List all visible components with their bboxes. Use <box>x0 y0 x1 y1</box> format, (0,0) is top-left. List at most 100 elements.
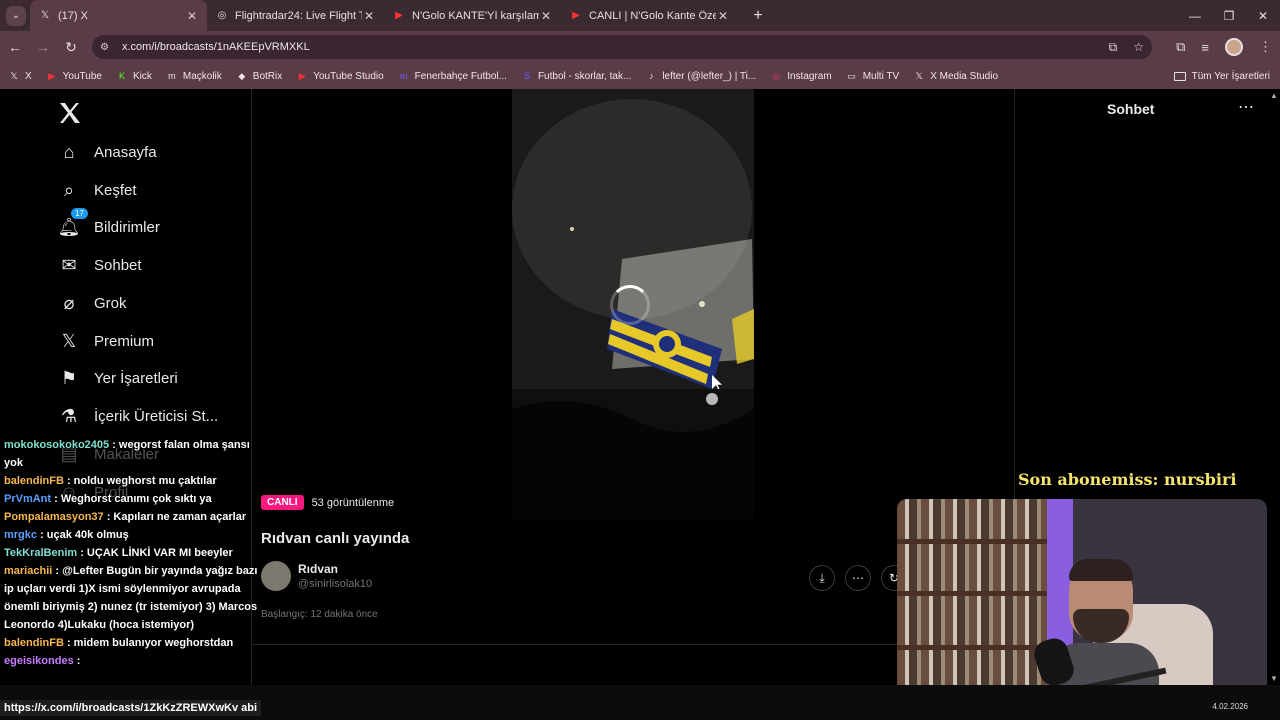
nav-item-search[interactable]: ⌕ Keşfet <box>58 179 137 201</box>
bookmark-item[interactable]: 𝕏X <box>8 70 31 82</box>
reload-button[interactable]: ↻ <box>58 34 84 60</box>
chat-text: : Kapıları ne zaman açarlar <box>103 511 247 523</box>
chat-text: : Weghorst canımı çok sıktı ya <box>51 493 212 505</box>
bookmark-item[interactable]: ▶ YouTube Studio <box>296 70 384 82</box>
view-count: 53 görüntülenme <box>311 496 395 509</box>
forward-button[interactable]: → <box>30 34 56 60</box>
close-icon[interactable]: ✕ <box>716 9 730 23</box>
flashscore-icon: S <box>523 71 530 81</box>
chat-message: mariachii : @Lefter Bugün bir yayında ya… <box>0 562 272 634</box>
chat-message: egeisikondes : <box>0 652 272 670</box>
nav-item-grok[interactable]: ⌀ Grok <box>58 292 127 314</box>
profile-avatar[interactable] <box>1225 38 1243 56</box>
x-logo-icon: 𝕏 <box>915 70 923 81</box>
folder-icon <box>1173 71 1186 81</box>
youtube-icon: ▶ <box>572 10 580 21</box>
youtube-icon: ▶ <box>48 70 56 81</box>
notification-badge: 17 <box>71 208 88 219</box>
bookmark-item[interactable]: ◎ Instagram <box>770 70 831 82</box>
mail-icon: ✉ <box>61 254 77 275</box>
bookmark-item[interactable]: ◆ BotRix <box>236 70 282 82</box>
youtube-studio-icon: ▶ <box>298 70 306 81</box>
tab-flightradar[interactable]: ◎ Flightradar24: Live Flight Tracker ✕ <box>207 0 384 31</box>
menu-icon[interactable]: ⋮ <box>1259 39 1272 55</box>
close-icon[interactable]: ✕ <box>539 9 553 23</box>
extensions-icon[interactable]: ⧉ <box>1176 39 1185 55</box>
bookmark-item[interactable]: ♪ lefter (@lefter_) | Ti... <box>645 70 756 82</box>
shelf-divider <box>897 539 1067 544</box>
bookmark-item[interactable]: S Futbol - skorlar, tak... <box>521 70 631 82</box>
chat-message: PrVmAnt : Weghorst canımı çok sıktı ya <box>0 490 272 508</box>
tiktok-icon: ♪ <box>649 71 654 81</box>
more-icon[interactable]: ⋯ <box>845 565 871 591</box>
more-icon[interactable]: ⋯ <box>1238 97 1254 117</box>
grok-icon: ⌀ <box>63 292 75 313</box>
scroll-down-icon[interactable]: ▼ <box>1270 674 1278 683</box>
close-window-icon[interactable]: ✕ <box>1246 0 1280 31</box>
tab-search-button[interactable]: ⌄ <box>6 5 26 26</box>
nav-item-bookmark[interactable]: ⚑ Yer İşaretleri <box>58 367 178 389</box>
chat-message: Pompalamasyon37 : Kapıları ne zaman açar… <box>0 508 272 526</box>
nav-item-flask[interactable]: ⚗ İçerik Üreticisi St... <box>58 405 218 427</box>
kick-icon: K <box>118 71 125 81</box>
bookmark-label: BotRix <box>252 70 283 82</box>
instagram-icon: ◎ <box>772 70 781 81</box>
bookmark-icon: ⚑ <box>60 367 78 388</box>
tab-title: (17) X <box>58 9 88 22</box>
host-info[interactable]: Rıdvan @sinirlisolak10 <box>261 561 372 591</box>
chat-text: : midem bulanıyor weghorstdan <box>63 637 234 649</box>
bookmark-label: Kick <box>132 70 152 82</box>
tab-youtube[interactable]: ▶ N'Golo KANTE'Yİ karşılama hava ✕ <box>384 0 561 31</box>
tab-canli[interactable]: ▶ CANLI | N'Golo Kante Özel ✕ <box>561 0 738 31</box>
nav-item-home[interactable]: ⌂ Anasayfa <box>58 141 157 163</box>
minimize-video-icon[interactable]: ⤓ <box>809 565 835 591</box>
close-icon[interactable]: ✕ <box>185 9 199 23</box>
nav-item-label: Bildirimler <box>94 218 160 236</box>
started-time: Başlangıç: 12 dakika önce <box>261 609 378 620</box>
mackolik-icon: m <box>168 71 176 81</box>
tab-x[interactable]: 𝕏 (17) X ✕ <box>30 0 207 31</box>
chat-message: mrgkc : uçak 40k olmuş <box>0 526 272 544</box>
x-logo-icon: 𝕏 <box>10 70 18 81</box>
nav-item-bell[interactable]: 🔔︎ 17 Bildirimler <box>58 208 160 238</box>
url-text: x.com/i/broadcasts/1nAKEEpVRMXKL <box>122 41 310 53</box>
nav-item-label: Keşfet <box>94 181 137 199</box>
chat-message: TekKralBenim : UÇAK LİNKİ VAR MI beeyler <box>0 544 272 562</box>
install-icon[interactable]: ⧉ <box>1109 40 1118 55</box>
close-icon[interactable]: ✕ <box>362 9 376 23</box>
address-bar[interactable]: ⚙ x.com/i/broadcasts/1nAKEEpVRMXKL ⧉ ☆ <box>92 35 1152 59</box>
tab-title: CANLI | N'Golo Kante Özel <box>589 9 716 22</box>
new-tab-button[interactable]: + <box>746 4 770 28</box>
restore-icon[interactable]: ❐ <box>1212 0 1246 31</box>
scroll-up-icon[interactable]: ▲ <box>1270 91 1278 100</box>
star-icon[interactable]: ☆ <box>1133 40 1144 54</box>
media-icon[interactable]: ≡ <box>1201 40 1209 55</box>
nav-item-mail[interactable]: ✉ Sohbet <box>58 254 141 276</box>
bookmark-label: YouTube Studio <box>313 70 384 82</box>
host-name[interactable]: Rıdvan <box>298 562 372 576</box>
bookmark-item[interactable]: ▭ Multi TV <box>846 70 900 82</box>
back-button[interactable]: ← <box>2 34 28 60</box>
page-scrollbar[interactable]: ▲ ▼ <box>1268 89 1280 685</box>
botrix-icon: ◆ <box>238 70 246 81</box>
bookmark-item[interactable]: ▶ YouTube <box>46 70 102 82</box>
x-logo-icon[interactable] <box>58 101 82 125</box>
all-bookmarks[interactable]: Tüm Yer İşaretleri <box>1173 63 1270 89</box>
webcam-feed <box>897 499 1267 705</box>
broadcast-actions: ⤓ ⋯ ↻ <box>809 565 907 591</box>
omnibox-actions: ⧉ ☆ <box>1109 35 1144 59</box>
bookmark-item[interactable]: K Kick <box>116 70 152 82</box>
bookmark-item[interactable]: m Maçkolik <box>166 70 222 82</box>
nav-item-x-logo[interactable]: 𝕏 Premium <box>58 330 154 352</box>
status-url: https://x.com/i/broadcasts/1ZkKzZREWXwKv… <box>0 700 262 716</box>
home-icon: ⌂ <box>63 141 75 162</box>
bookmark-item[interactable]: m Fenerbahçe Futbol... <box>398 70 507 82</box>
site-info-icon[interactable]: ⚙ <box>100 42 114 53</box>
bookmark-label: Multi TV <box>862 70 900 82</box>
tab-title: Flightradar24: Live Flight Tracker <box>235 9 362 22</box>
chat-username: balendinFB <box>4 637 64 649</box>
bookmark-item[interactable]: 𝕏 X Media Studio <box>913 70 998 82</box>
x-logo-icon: 𝕏 <box>40 10 50 21</box>
minimize-icon[interactable]: — <box>1178 0 1212 31</box>
mastodon-icon: m <box>399 71 408 81</box>
